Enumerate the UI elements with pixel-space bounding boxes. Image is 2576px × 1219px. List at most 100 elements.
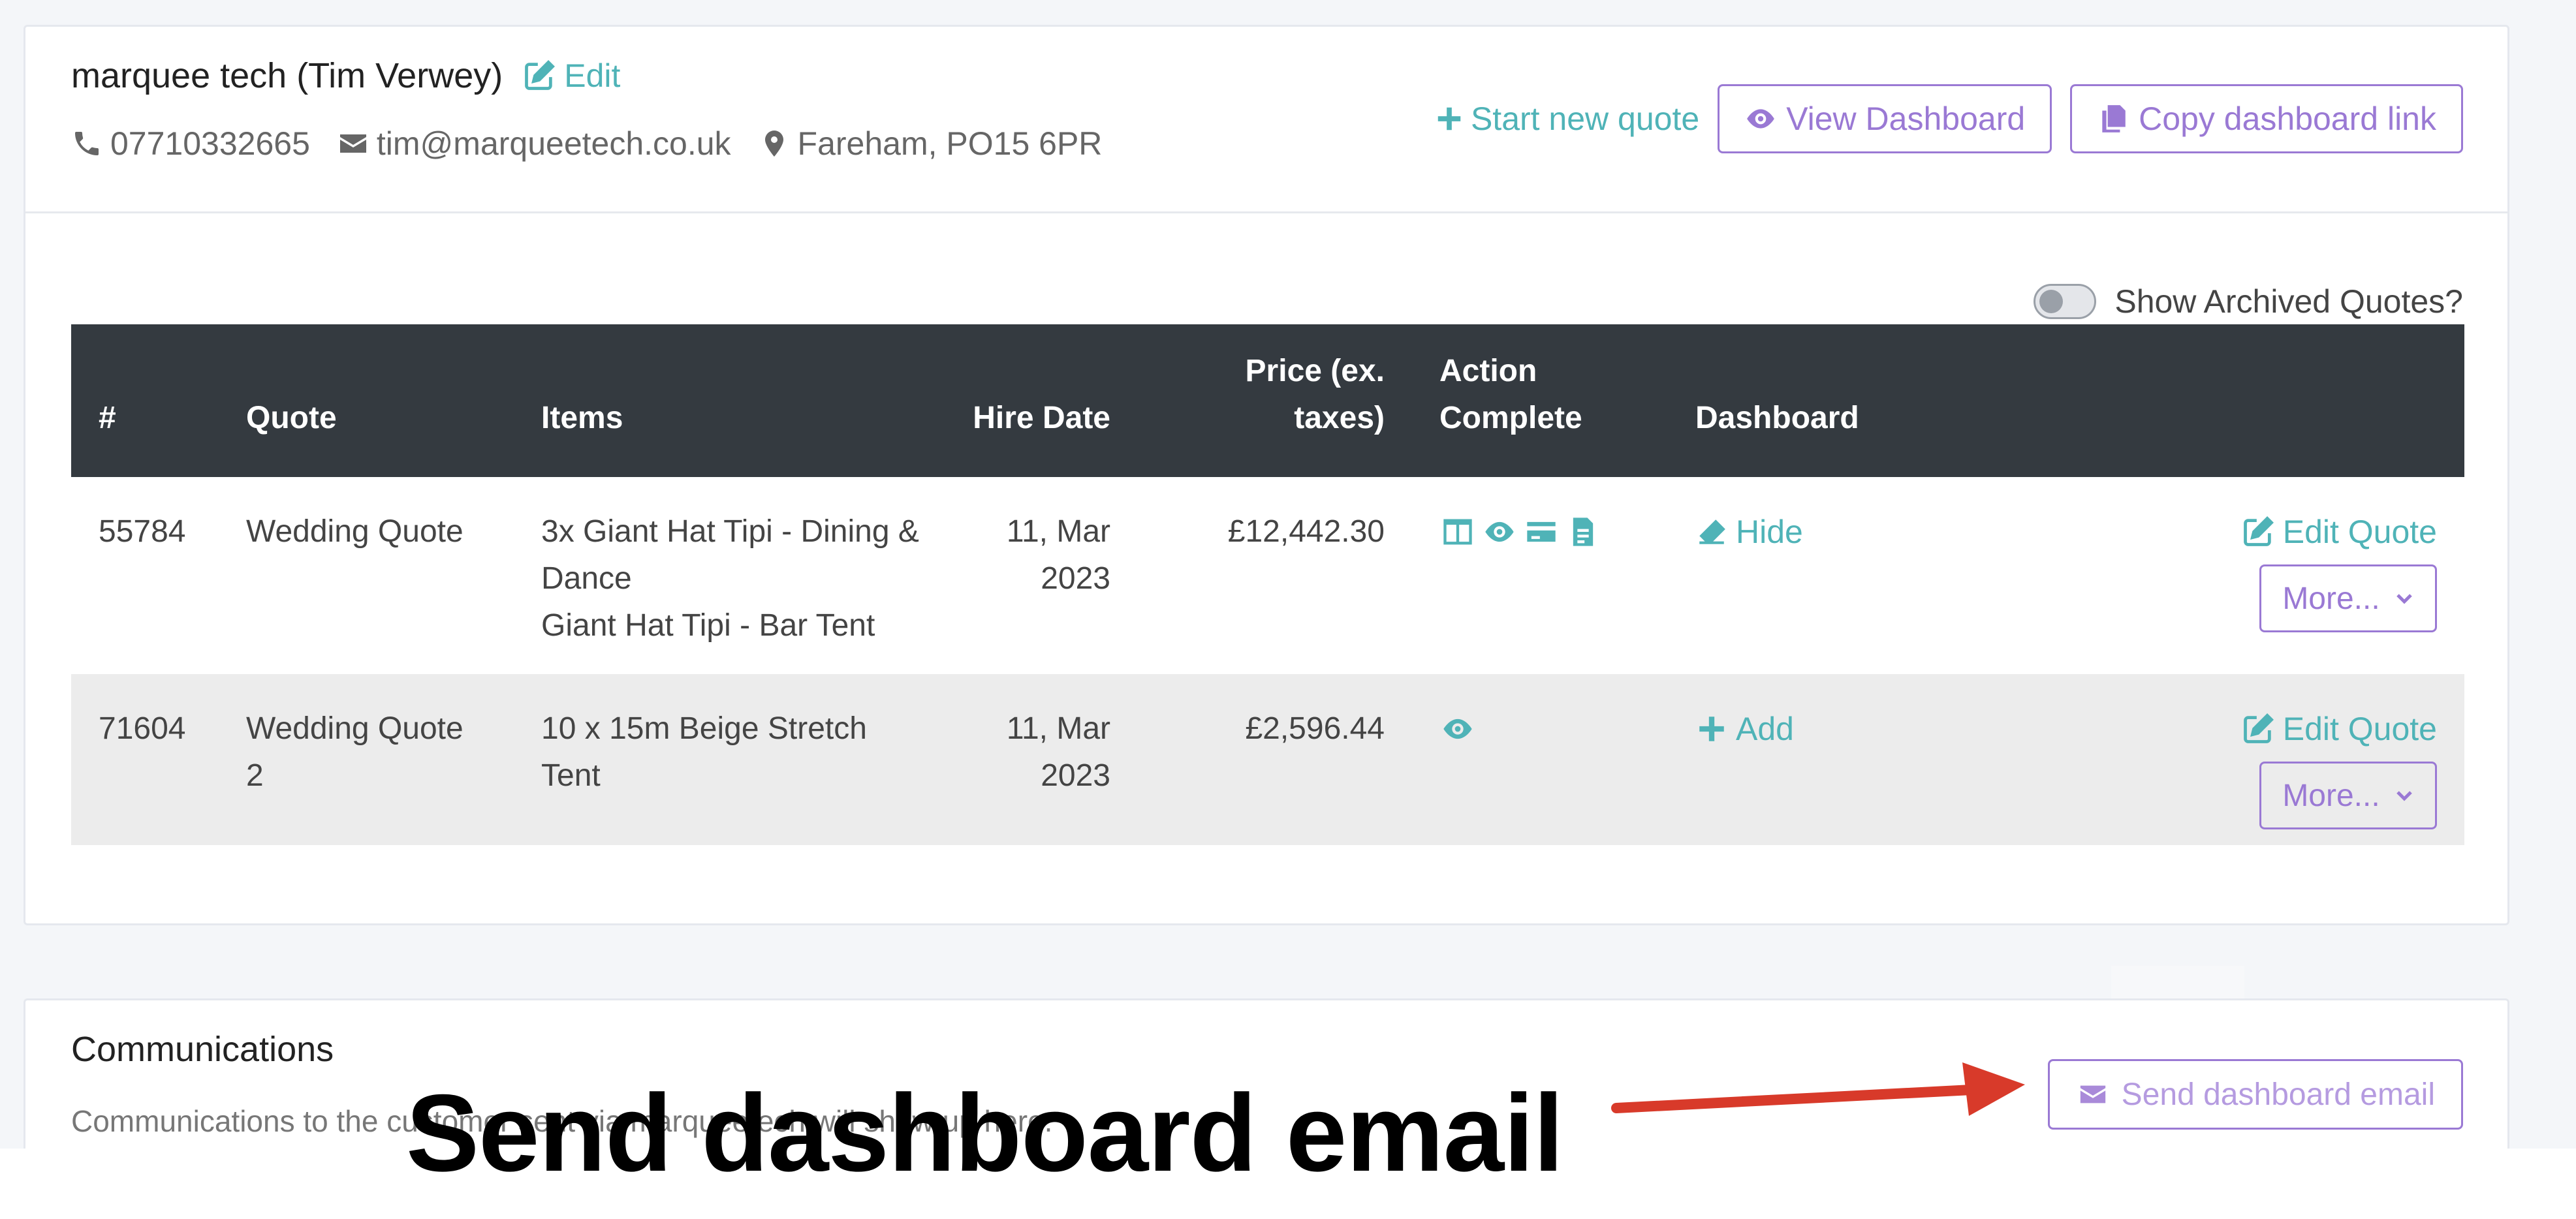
email-item[interactable]: tim@marqueetech.co.uk: [338, 125, 731, 162]
edit-quote-link[interactable]: Edit Quote: [2241, 705, 2437, 752]
row-date-line1: 11, Mar: [1006, 514, 1110, 549]
location-item: Fareham, PO15 6PR: [759, 125, 1103, 162]
eraser-icon: [1699, 519, 1725, 544]
edit-icon: [2243, 713, 2274, 743]
table-row: 55784 Wedding Quote 3x Giant Hat Tipi - …: [71, 477, 2464, 674]
phone-item[interactable]: 07710332665: [71, 125, 310, 162]
email-address: tim@marqueetech.co.uk: [376, 125, 731, 162]
table-header: # Quote Items Hire Date Price (ex. taxes…: [71, 324, 2464, 477]
row-hire-date: 11, Mar 2023: [933, 674, 1110, 845]
credit-card-icon[interactable]: [1523, 515, 1560, 549]
header-quote: Quote: [246, 401, 337, 435]
row-item-line: 10 x 15m Beige Stretch Tent: [541, 711, 867, 793]
action-icons: [1439, 508, 1601, 549]
location-text: Fareham, PO15 6PR: [797, 125, 1103, 162]
row-num: 71604: [99, 711, 186, 746]
action-icons: [1439, 705, 1476, 746]
plus-icon: [1437, 107, 1461, 131]
row-price: £12,442.30: [1227, 514, 1385, 549]
ops-cell: Edit Quote More...: [1970, 508, 2437, 632]
add-dashboard-label: Add: [1736, 711, 1794, 747]
more-dropdown-button[interactable]: More...: [2259, 564, 2437, 632]
row-dashboard: Add: [1695, 674, 1970, 845]
chevron-down-icon: [2396, 791, 2412, 801]
archived-toggle-row: Show Archived Quotes?: [2034, 283, 2463, 320]
eye-icon[interactable]: [1481, 515, 1518, 549]
copy-dashboard-link-label: Copy dashboard link: [2139, 100, 2436, 137]
row-item-line: Dance: [541, 561, 632, 596]
row-price: £2,596.44: [1245, 711, 1385, 746]
view-dashboard-label: View Dashboard: [1786, 100, 2026, 137]
row-date-line1: 11, Mar: [1006, 711, 1110, 746]
header-action-complete: Action Complete: [1385, 324, 1695, 477]
edit-icon: [2243, 516, 2274, 546]
view-dashboard-button[interactable]: View Dashboard: [1718, 84, 2052, 153]
phone-icon: [75, 132, 99, 155]
header-price: Price (ex. taxes): [1110, 324, 1385, 477]
archived-toggle[interactable]: [2034, 284, 2097, 319]
envelope-icon: [339, 134, 366, 153]
row-date-line2: 2023: [1041, 561, 1110, 596]
toggle-knob: [2039, 290, 2064, 313]
header-actions: Start new quote View Dashboard Copy dash…: [1434, 84, 2463, 153]
communications-title: Communications: [71, 1030, 334, 1069]
edit-quote-label: Edit Quote: [2282, 711, 2437, 747]
customer-card: marquee tech (Tim Verwey) Edit 077103326…: [24, 25, 2509, 925]
start-new-quote-label: Start new quote: [1470, 100, 1700, 137]
start-new-quote-link[interactable]: Start new quote: [1434, 100, 1699, 138]
edit-customer-link[interactable]: Edit: [522, 57, 620, 95]
header-action-line1: Action: [1439, 354, 1537, 388]
annotation-arrow-icon: [1611, 1062, 2025, 1116]
row-action-complete: [1385, 477, 1695, 674]
row-date-line2: 2023: [1041, 758, 1110, 793]
row-operations: Edit Quote More...: [1970, 674, 2464, 845]
row-operations: Edit Quote More...: [1970, 477, 2464, 674]
row-quote-name: Wedding Quote: [246, 514, 463, 549]
edit-quote-label: Edit Quote: [2282, 514, 2437, 550]
annotation-caption: Send dashboard email: [406, 1072, 1563, 1194]
row-quote-line1: Wedding Quote: [246, 711, 463, 746]
header-num: #: [99, 401, 116, 435]
send-dashboard-email-label: Send dashboard email: [2121, 1077, 2435, 1112]
chevron-down-icon: [2396, 594, 2412, 604]
header-price-line2: taxes): [1294, 401, 1385, 435]
table-row: 71604 Wedding Quote 2 10 x 15m Beige Str…: [71, 674, 2464, 845]
row-dashboard: Hide: [1695, 477, 1970, 674]
edit-icon: [525, 60, 556, 90]
more-label: More...: [2282, 581, 2380, 616]
eye-icon: [1747, 109, 1775, 129]
file-text-icon[interactable]: [1565, 515, 1601, 549]
map-marker-icon: [764, 131, 783, 157]
add-dashboard-link[interactable]: Add: [1695, 705, 1794, 752]
header-price-line1: Price (ex.: [1245, 354, 1385, 388]
row-items: 3x Giant Hat Tipi - Dining & Dance Giant…: [541, 477, 933, 674]
edit-quote-link[interactable]: Edit Quote: [2241, 508, 2437, 555]
table-header-row: # Quote Items Hire Date Price (ex. taxes…: [71, 324, 2464, 477]
more-label: More...: [2282, 778, 2380, 813]
customer-name: marquee tech (Tim Verwey): [71, 56, 503, 95]
edit-customer-label: Edit: [564, 57, 621, 94]
archived-toggle-label: Show Archived Quotes?: [2114, 283, 2463, 320]
eye-icon[interactable]: [1439, 712, 1476, 746]
customer-header: marquee tech (Tim Verwey) Edit 077103326…: [25, 27, 2507, 213]
header-hire-date: Hire Date: [973, 401, 1110, 435]
header-operations: [1970, 324, 2464, 477]
row-items: 10 x 15m Beige Stretch Tent: [541, 674, 933, 845]
contact-row: 07710332665 tim@marqueetech.co.uk Fareha…: [71, 125, 1129, 162]
copy-dashboard-link-button[interactable]: Copy dashboard link: [2070, 84, 2463, 153]
customer-name-row: marquee tech (Tim Verwey) Edit: [71, 55, 620, 96]
quotes-table: # Quote Items Hire Date Price (ex. taxes…: [71, 324, 2464, 845]
row-action-complete: [1385, 674, 1695, 845]
hide-dashboard-link[interactable]: Hide: [1695, 508, 1803, 555]
row-hire-date: 11, Mar 2023: [933, 477, 1110, 674]
columns-icon[interactable]: [1439, 515, 1476, 549]
copy-icon: [2102, 105, 2126, 132]
plus-icon: [1699, 717, 1724, 741]
more-dropdown-button[interactable]: More...: [2259, 762, 2437, 829]
row-item-line: Giant Hat Tipi - Bar Tent: [541, 608, 875, 643]
header-items: Items: [541, 401, 623, 435]
row-quote-name: Wedding Quote 2: [246, 674, 541, 845]
envelope-icon: [2080, 1085, 2105, 1103]
send-dashboard-email-button[interactable]: Send dashboard email: [2047, 1059, 2463, 1130]
hide-dashboard-label: Hide: [1736, 514, 1803, 550]
